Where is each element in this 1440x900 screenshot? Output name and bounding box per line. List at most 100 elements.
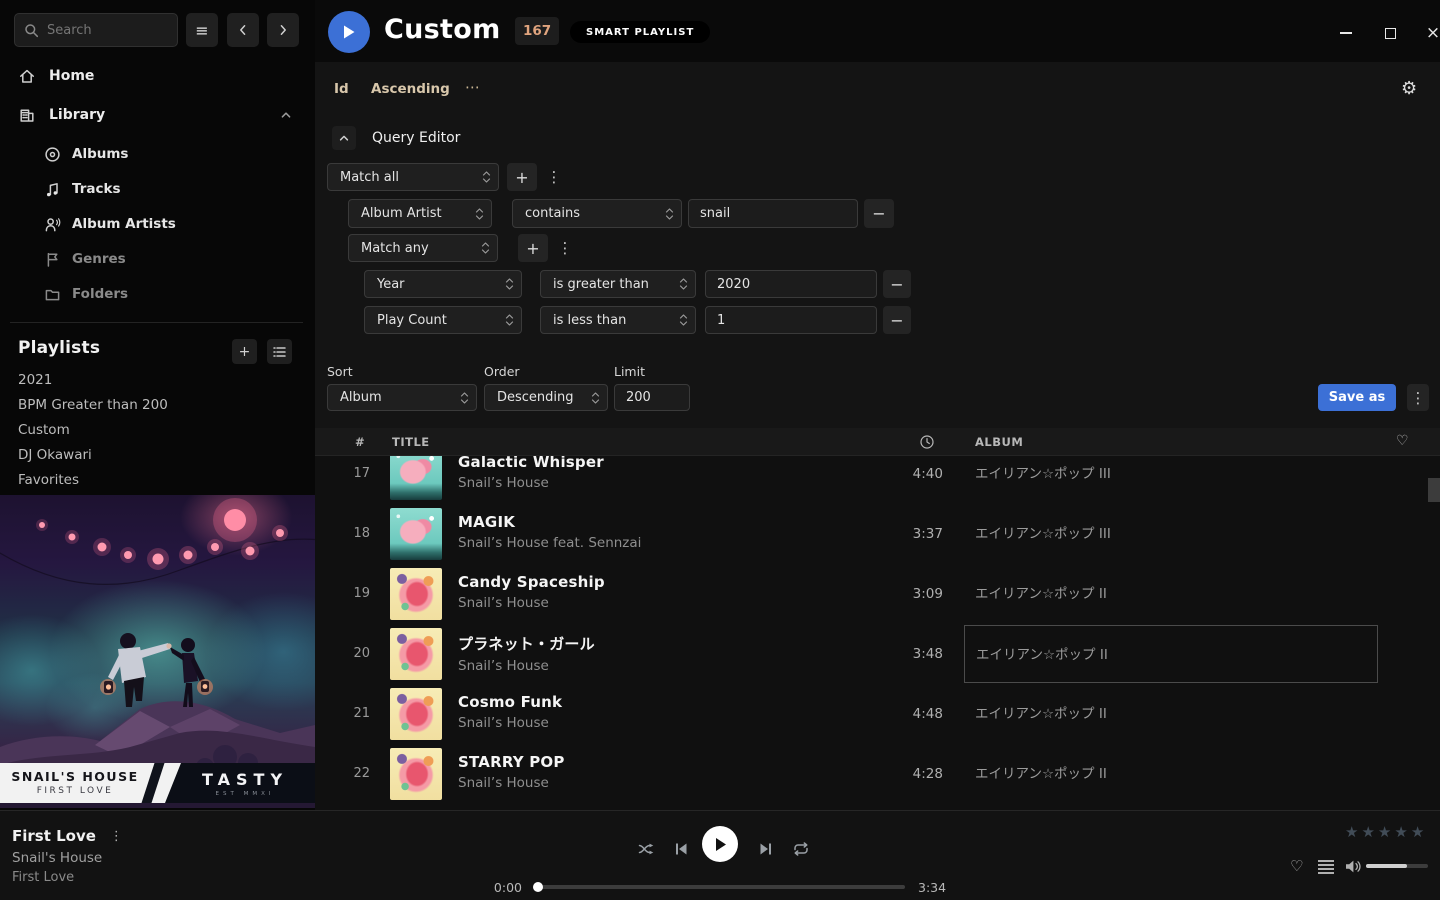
- remove-rule-button[interactable]: −: [883, 270, 911, 298]
- now-playing-title[interactable]: First Love: [12, 827, 96, 845]
- star-icon[interactable]: ★: [1378, 823, 1394, 841]
- star-icon[interactable]: ★: [1361, 823, 1377, 841]
- now-playing-artist[interactable]: Snail's House: [12, 850, 102, 866]
- group-menu-button[interactable]: ⋮: [557, 234, 573, 262]
- nav-back-button[interactable]: [227, 13, 259, 47]
- window-minimize-button[interactable]: [1331, 22, 1361, 44]
- playlist-item[interactable]: DJ Okawari: [18, 447, 288, 465]
- track-row[interactable]: 22 STARRY POPSnail’s House 4:28 エイリアン☆ポッ…: [315, 744, 1440, 804]
- now-playing-album-art[interactable]: SNAIL'S HOUSE FIRST LOVE TASTY EST MMXI: [0, 495, 315, 808]
- track-album[interactable]: エイリアン☆ポップ II: [964, 745, 1378, 803]
- heart-icon[interactable]: ♡: [1396, 433, 1409, 449]
- track-row[interactable]: 18 MAGIKSnail’s House feat. Sennzai 3:37…: [315, 504, 1440, 564]
- scrollbar-thumb[interactable]: [1428, 478, 1440, 502]
- track-album-art[interactable]: [390, 688, 442, 740]
- rating-stars[interactable]: ★★★★★: [1345, 823, 1427, 841]
- match-type-select[interactable]: Match any: [348, 234, 498, 262]
- seek-handle[interactable]: [533, 882, 543, 892]
- track-album-art[interactable]: [390, 748, 442, 800]
- track-title[interactable]: プラネット・ガール: [458, 633, 595, 654]
- add-rule-button[interactable]: +: [518, 234, 548, 262]
- more-options-button[interactable]: ⋯: [465, 78, 481, 96]
- track-album-art[interactable]: [390, 628, 442, 680]
- track-artist[interactable]: Snail’s House: [458, 775, 565, 791]
- track-artist[interactable]: Snail’s House: [458, 658, 595, 674]
- kebab-icon[interactable]: ⋮: [110, 829, 123, 844]
- track-row[interactable]: 21 Cosmo FunkSnail’s House 4:48 エイリアン☆ポッ…: [315, 684, 1440, 744]
- match-type-select[interactable]: Match all: [327, 163, 499, 191]
- track-artist[interactable]: Snail’s House: [458, 475, 604, 491]
- track-title[interactable]: Candy Spaceship: [458, 573, 605, 591]
- track-artist[interactable]: Snail’s House: [458, 595, 605, 611]
- rule-field-select[interactable]: Play Count: [364, 306, 522, 334]
- track-album[interactable]: エイリアン☆ポップ III: [964, 505, 1378, 563]
- track-artist[interactable]: Snail’s House: [458, 715, 562, 731]
- sidebar-item-tracks[interactable]: Tracks: [0, 178, 315, 200]
- rule-value-input[interactable]: [705, 270, 877, 298]
- playlist-item[interactable]: BPM Greater than 200: [18, 397, 288, 415]
- rule-operator-select[interactable]: is greater than: [540, 270, 696, 298]
- rule-field-select[interactable]: Year: [364, 270, 522, 298]
- queue-button[interactable]: [1318, 860, 1334, 874]
- order-select[interactable]: Descending: [484, 384, 608, 411]
- track-row[interactable]: 19 Candy SpaceshipSnail’s House 3:09 エイリ…: [315, 564, 1440, 624]
- track-artist[interactable]: Snail’s House feat. Sennzai: [458, 535, 641, 551]
- sidebar-item-library[interactable]: Library: [0, 102, 315, 128]
- track-title[interactable]: MAGIK: [458, 513, 641, 531]
- track-title[interactable]: STARRY POP: [458, 753, 565, 771]
- now-playing-album[interactable]: First Love: [12, 870, 74, 885]
- rule-field-select[interactable]: Album Artist: [348, 199, 492, 228]
- star-icon[interactable]: ★: [1345, 823, 1361, 841]
- sort-field-button[interactable]: Id: [334, 81, 349, 97]
- track-album[interactable]: エイリアン☆ポップ II: [964, 685, 1378, 743]
- sidebar-item-home[interactable]: Home: [0, 63, 315, 89]
- search-input[interactable]: [47, 23, 157, 38]
- seek-bar[interactable]: [535, 885, 905, 889]
- gear-icon[interactable]: ⚙: [1401, 78, 1417, 99]
- nav-forward-button[interactable]: [267, 13, 299, 47]
- volume-button[interactable]: [1344, 859, 1362, 874]
- sidebar-item-album-artists[interactable]: Album Artists: [0, 213, 315, 235]
- add-playlist-button[interactable]: +: [232, 339, 257, 364]
- save-menu-button[interactable]: ⋮: [1407, 384, 1429, 411]
- volume-slider[interactable]: [1366, 864, 1428, 868]
- shuffle-button[interactable]: [633, 836, 659, 862]
- rule-value-input[interactable]: [705, 306, 877, 334]
- add-rule-button[interactable]: +: [507, 163, 537, 191]
- remove-rule-button[interactable]: −: [883, 306, 911, 334]
- repeat-button[interactable]: [788, 836, 814, 862]
- sidebar-item-folders[interactable]: Folders: [0, 283, 315, 305]
- next-button[interactable]: [753, 836, 779, 862]
- track-album[interactable]: エイリアン☆ポップ II: [964, 565, 1378, 623]
- remove-rule-button[interactable]: −: [864, 199, 894, 228]
- column-header-title[interactable]: TITLE: [392, 435, 430, 449]
- sidebar-item-albums[interactable]: Albums: [0, 143, 315, 165]
- clock-icon[interactable]: [919, 434, 935, 450]
- sort-direction-button[interactable]: Ascending: [371, 81, 450, 97]
- group-menu-button[interactable]: ⋮: [546, 163, 562, 191]
- previous-button[interactable]: [668, 836, 694, 862]
- playlist-item[interactable]: Custom: [18, 422, 288, 440]
- window-close-button[interactable]: ×: [1418, 22, 1440, 44]
- column-header-index[interactable]: #: [355, 435, 365, 449]
- track-title[interactable]: Cosmo Funk: [458, 693, 562, 711]
- track-album-selected-cell[interactable]: エイリアン☆ポップ II: [964, 625, 1378, 683]
- track-album-art[interactable]: [390, 568, 442, 620]
- rule-operator-select[interactable]: is less than: [540, 306, 696, 334]
- limit-input[interactable]: [614, 384, 690, 411]
- rule-value-input[interactable]: [688, 199, 858, 228]
- favorite-button[interactable]: ♡: [1290, 857, 1303, 875]
- rule-operator-select[interactable]: contains: [512, 199, 682, 228]
- sort-select[interactable]: Album: [327, 384, 477, 411]
- play-pause-button[interactable]: [702, 826, 738, 862]
- menu-button[interactable]: ≡: [186, 13, 218, 47]
- save-as-button[interactable]: Save as: [1318, 384, 1396, 411]
- playlist-item[interactable]: 2021: [18, 372, 288, 390]
- sidebar-item-genres[interactable]: Genres: [0, 248, 315, 270]
- star-icon[interactable]: ★: [1411, 823, 1427, 841]
- chevron-up-icon[interactable]: [279, 108, 293, 122]
- track-album-art[interactable]: [390, 508, 442, 560]
- play-playlist-button[interactable]: [328, 11, 370, 53]
- search-box[interactable]: [14, 13, 178, 47]
- track-row[interactable]: 20 プラネット・ガールSnail’s House 3:48 エイリアン☆ポップ…: [315, 624, 1440, 684]
